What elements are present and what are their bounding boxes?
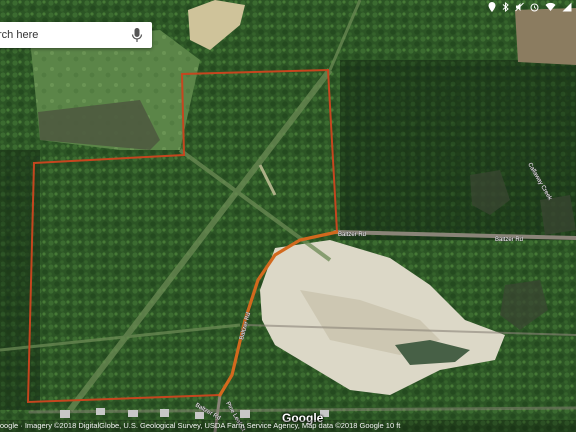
dark-forest-east (340, 60, 576, 240)
mute-icon (515, 2, 524, 12)
wifi-icon (545, 2, 556, 11)
road-label-baltzer-east: Baltzer Rd (338, 232, 366, 238)
alarm-icon (530, 3, 539, 12)
road-label-baltzer-far-east: Baltzer Rd (495, 237, 523, 243)
satellite-map[interactable]: Baltzer Rd Baltzer Rd Baltzer Rd Baltzer… (0, 0, 576, 432)
map-viewport[interactable]: Baltzer Rd Baltzer Rd Baltzer Rd Baltzer… (0, 0, 576, 432)
search-input[interactable]: rch here (0, 29, 130, 41)
field-northeast (515, 8, 576, 65)
map-attribution[interactable]: Google · Imagery ©2018 DigitalGlobe, U.S… (0, 420, 576, 432)
signal-icon (562, 2, 572, 12)
bluetooth-icon (502, 2, 509, 12)
search-bar[interactable]: rch here (0, 22, 152, 48)
location-pin-icon (488, 2, 496, 12)
status-bar (488, 1, 572, 13)
microphone-icon[interactable] (130, 27, 144, 43)
